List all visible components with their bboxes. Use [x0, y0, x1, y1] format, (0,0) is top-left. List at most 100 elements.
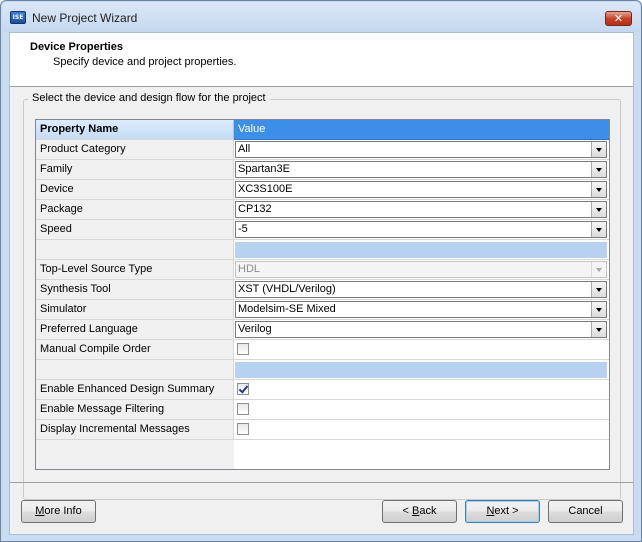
property-name: Device: [36, 180, 234, 200]
property-value-cell: XST (VHDL/Verilog): [234, 280, 609, 300]
property-dropdown[interactable]: Verilog: [235, 321, 607, 338]
window-title: New Project Wizard: [32, 11, 138, 25]
property-value-cell: CP132: [234, 200, 609, 220]
wizard-header: Device Properties Specify device and pro…: [10, 33, 633, 87]
property-name: Synthesis Tool: [36, 280, 234, 300]
property-value-cell: All: [234, 140, 609, 160]
property-row: Family Spartan3E: [36, 160, 609, 180]
cancel-button[interactable]: Cancel: [548, 500, 623, 523]
property-name: Enable Message Filtering: [36, 400, 234, 420]
property-name: Package: [36, 200, 234, 220]
property-value-cell: Spartan3E: [234, 160, 609, 180]
page-title: Device Properties: [30, 41, 123, 53]
dropdown-selected-value: HDL: [238, 263, 261, 275]
dropdown-selected-value: XST (VHDL/Verilog): [238, 283, 336, 295]
property-dropdown[interactable]: XST (VHDL/Verilog): [235, 281, 607, 298]
property-value-cell: XC3S100E: [234, 180, 609, 200]
property-row: Top-Level Source Type HDL: [36, 260, 609, 280]
back-label: ack: [419, 505, 437, 517]
checkbox-unchecked[interactable]: [237, 403, 249, 415]
property-dropdown: HDL: [235, 261, 607, 278]
property-row: Synthesis Tool XST (VHDL/Verilog): [36, 280, 609, 300]
column-header-value: Value: [234, 120, 609, 140]
property-value-cell: [234, 340, 609, 360]
property-value-cell: Verilog: [234, 320, 609, 340]
property-name: Speed: [36, 220, 234, 240]
property-name: Display Incremental Messages: [36, 420, 234, 440]
separator-bar: [235, 242, 607, 258]
property-row: Enable Message Filtering: [36, 400, 609, 420]
property-value-cell: Modelsim-SE Mixed: [234, 300, 609, 320]
ise-app-icon: ISE: [10, 11, 26, 24]
chevron-down-icon[interactable]: [591, 162, 606, 177]
next-button[interactable]: Next >: [465, 500, 540, 523]
property-value-cell: HDL: [234, 260, 609, 280]
more-info-button[interactable]: More Info: [21, 500, 96, 523]
dropdown-selected-value: -5: [238, 223, 248, 235]
chevron-down-icon[interactable]: [591, 142, 606, 157]
property-name: Manual Compile Order: [36, 340, 234, 360]
column-header-name: Property Name: [36, 120, 234, 140]
property-value-cell: [234, 240, 609, 260]
property-dropdown[interactable]: -5: [235, 221, 607, 238]
property-row: Manual Compile Order: [36, 340, 609, 360]
close-button[interactable]: ✕: [605, 11, 632, 26]
chevron-down-icon: [591, 262, 606, 277]
property-dropdown[interactable]: Spartan3E: [235, 161, 607, 178]
checkbox-unchecked[interactable]: [237, 343, 249, 355]
back-label-pre: <: [402, 505, 412, 517]
groupbox-caption: Select the device and design flow for th…: [28, 92, 270, 104]
dropdown-selected-value: Modelsim-SE Mixed: [238, 303, 336, 315]
checkbox-checked[interactable]: [237, 383, 249, 395]
property-value-cell: -5: [234, 220, 609, 240]
dialog-client: Device Properties Specify device and pro…: [9, 32, 634, 535]
property-row: Display Incremental Messages: [36, 420, 609, 440]
property-dropdown[interactable]: CP132: [235, 201, 607, 218]
property-dropdown[interactable]: XC3S100E: [235, 181, 607, 198]
property-row: Simulator Modelsim-SE Mixed: [36, 300, 609, 320]
dropdown-selected-value: XC3S100E: [238, 183, 293, 195]
footer-divider: [10, 482, 633, 483]
chevron-down-icon[interactable]: [591, 282, 606, 297]
page-subtitle: Specify device and project properties.: [53, 56, 237, 68]
grid-separator-row: [36, 360, 609, 380]
property-value-cell: [234, 380, 609, 400]
property-name: Enable Enhanced Design Summary: [36, 380, 234, 400]
property-name: [36, 360, 234, 380]
checkbox-unchecked[interactable]: [237, 423, 249, 435]
property-dropdown[interactable]: Modelsim-SE Mixed: [235, 301, 607, 318]
grid-separator-row: [36, 240, 609, 260]
property-name: Product Category: [36, 140, 234, 160]
property-value-cell: [234, 400, 609, 420]
separator-bar: [235, 362, 607, 378]
property-grid: Property Name Value Product Category All F…: [35, 119, 610, 470]
property-row: Preferred Language Verilog: [36, 320, 609, 340]
chevron-down-icon[interactable]: [591, 222, 606, 237]
property-row: Speed -5: [36, 220, 609, 240]
chevron-down-icon[interactable]: [591, 202, 606, 217]
property-row: Enable Enhanced Design Summary: [36, 380, 609, 400]
property-name: Family: [36, 160, 234, 180]
chevron-down-icon[interactable]: [591, 302, 606, 317]
more-info-label: ore Info: [44, 505, 82, 517]
dropdown-selected-value: All: [238, 143, 251, 155]
chevron-down-icon[interactable]: [591, 182, 606, 197]
dropdown-selected-value: CP132: [238, 203, 272, 215]
back-button[interactable]: < Back: [382, 500, 457, 523]
property-name: Simulator: [36, 300, 234, 320]
grid-header-row: Property Name Value: [36, 120, 609, 140]
property-value-cell: [234, 420, 609, 440]
next-label: ext >: [494, 505, 519, 517]
dropdown-selected-value: Verilog: [238, 323, 272, 335]
wizard-window: ISE New Project Wizard ✕ Device Properti…: [0, 0, 642, 542]
property-name: Preferred Language: [36, 320, 234, 340]
property-value-cell: [234, 360, 609, 380]
dropdown-selected-value: Spartan3E: [238, 163, 290, 175]
title-bar[interactable]: ISE New Project Wizard ✕: [2, 2, 640, 32]
property-dropdown[interactable]: All: [235, 141, 607, 158]
property-row: Device XC3S100E: [36, 180, 609, 200]
chevron-down-icon[interactable]: [591, 322, 606, 337]
property-row: Product Category All: [36, 140, 609, 160]
property-name: [36, 240, 234, 260]
property-row: Package CP132: [36, 200, 609, 220]
